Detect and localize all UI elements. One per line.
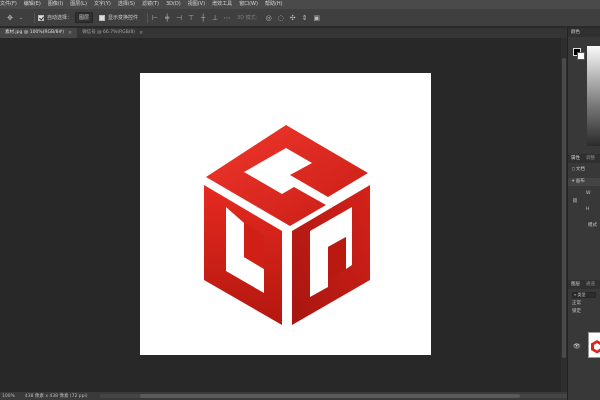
mode-row: 模式	[568, 222, 600, 230]
width-label: W	[586, 191, 591, 196]
align-right-icon[interactable]: ⊣	[175, 14, 183, 22]
layers-tab-label: 图层	[571, 282, 580, 287]
canvas-label: 画布	[575, 179, 585, 184]
auto-select-label: 自动选择：	[47, 15, 73, 21]
3d-roll-icon[interactable]: ◌	[277, 14, 285, 22]
lock-row: 锁定	[568, 308, 600, 316]
menu-plugins[interactable]: 增效工具	[212, 0, 232, 9]
menu-bar: 文件(F) 编辑(E) 图像(I) 图层(L) 文字(Y) 选择(S) 滤镜(T…	[0, 0, 600, 9]
layer-filter-row: ⌕ 类型	[568, 292, 600, 298]
document-icon: ▯	[572, 167, 575, 172]
document-label: 文档	[575, 167, 585, 172]
link-icon[interactable]: ⛓	[572, 199, 578, 204]
eye-icon[interactable]: 👁	[573, 343, 581, 350]
menu-image[interactable]: 图像(I)	[48, 0, 63, 9]
right-panels: 颜色 属性 调整 ▯ 文档 ▾ 画布 W ⛓ H 模式 图层 通道 ⌕ 类型 正…	[567, 28, 600, 400]
status-bar: 100% 438 像素 x 438 像素 (72 ppi)	[0, 392, 567, 400]
menu-file[interactable]: 文件(F)	[0, 0, 17, 9]
height-label: H	[586, 207, 590, 212]
scroll-thumb[interactable]	[140, 394, 520, 398]
width-row: W	[568, 190, 600, 198]
layers-panel-tab[interactable]: 图层 通道	[568, 280, 600, 289]
properties-panel: 属性 调整 ▯ 文档 ▾ 画布 W ⛓ H 模式	[568, 154, 600, 230]
color-picker-gradient[interactable]	[587, 46, 600, 146]
background-color-swatch[interactable]	[577, 52, 585, 60]
search-icon: ⌕	[574, 292, 577, 297]
properties-panel-tab[interactable]: 属性 调整	[568, 154, 600, 163]
link-icon-row: ⛓	[568, 198, 600, 206]
3d-mode-label: 3D 模式：	[237, 15, 261, 21]
close-icon[interactable]: ×	[68, 28, 72, 38]
align-left-icon[interactable]: ⊢	[151, 14, 159, 22]
scroll-thumb[interactable]	[562, 58, 566, 358]
auto-select-checkbox[interactable]	[38, 14, 44, 21]
lock-label: 锁定	[572, 309, 581, 314]
show-transform-checkbox[interactable]	[99, 14, 106, 21]
options-bar: ✥ ⌄ 自动选择： 图层 显示变换控件 ⊢ ╪ ⊣ ⊤ ┼ ⊥ ⋯ 3D 模式：…	[0, 9, 600, 27]
3d-slide-icon[interactable]: ⇕	[301, 14, 309, 22]
layers-panel: 图层 通道 ⌕ 类型 正常 锁定	[568, 280, 600, 316]
layer-thumbnail-logo	[591, 340, 600, 354]
auto-select-target-dropdown[interactable]: 图层	[75, 12, 94, 23]
menu-edit[interactable]: 编辑(E)	[24, 0, 41, 9]
menu-3d[interactable]: 3D(D)	[166, 0, 181, 9]
menu-type[interactable]: 文字(Y)	[94, 0, 111, 9]
align-top-icon[interactable]: ⊤	[187, 14, 195, 22]
horizontal-scrollbar[interactable]	[100, 394, 567, 398]
photoshop-window: 文件(F) 编辑(E) 图像(I) 图层(L) 文字(Y) 选择(S) 滤镜(T…	[0, 0, 600, 400]
blend-mode-dropdown[interactable]: 正常	[572, 301, 581, 306]
align-middle-icon[interactable]: ┼	[199, 14, 207, 22]
mode-label: 模式	[588, 223, 597, 228]
menu-select[interactable]: 选择(S)	[118, 0, 135, 9]
canvas-area[interactable]	[0, 38, 567, 392]
align-bottom-icon[interactable]: ⊥	[211, 14, 219, 22]
channels-tab-label[interactable]: 通道	[586, 280, 595, 289]
hexagon-cube-logo	[204, 125, 370, 325]
menu-view[interactable]: 视图(V)	[188, 0, 205, 9]
height-row: H	[568, 206, 600, 214]
blend-mode-row: 正常	[568, 300, 600, 308]
canvas-section[interactable]: ▾ 画布	[568, 178, 600, 186]
tab-label: 微信号 @ 66.7%(RGB/8)	[82, 30, 135, 35]
divider	[147, 12, 149, 23]
zoom-level[interactable]: 100%	[2, 394, 15, 399]
layer-kind-filter[interactable]: ⌕ 类型	[572, 292, 596, 298]
menu-layer[interactable]: 图层(L)	[70, 0, 87, 9]
divider	[34, 12, 35, 23]
tab-document-2[interactable]: 微信号 @ 66.7%(RGB/8) ×	[77, 28, 148, 38]
kind-label: 类型	[577, 292, 586, 297]
document-tabs: 素材.jpg @ 100%(RGB/8#) × 微信号 @ 66.7%(RGB/…	[0, 28, 567, 38]
show-transform-label: 显示变换控件	[108, 15, 139, 21]
chevron-down-icon[interactable]: ⌄	[17, 14, 25, 22]
distribute-icon[interactable]: ⋯	[223, 14, 231, 22]
document-canvas[interactable]	[140, 73, 431, 355]
3d-scale-icon[interactable]: ▣	[313, 14, 321, 22]
adjustments-tab-label[interactable]: 调整	[586, 154, 595, 163]
align-center-icon[interactable]: ╪	[163, 14, 171, 22]
3d-orbit-icon[interactable]: ◎	[265, 14, 273, 22]
tab-label: 素材.jpg @ 100%(RGB/8#)	[5, 30, 64, 35]
close-icon[interactable]: ×	[139, 28, 143, 38]
color-panel-tab[interactable]: 颜色	[568, 28, 600, 37]
document-info: 438 像素 x 438 像素 (72 ppi)	[24, 394, 88, 399]
properties-tab-label: 属性	[571, 156, 580, 161]
menu-filter[interactable]: 滤镜(T)	[142, 0, 159, 9]
tab-document-1[interactable]: 素材.jpg @ 100%(RGB/8#) ×	[0, 28, 78, 38]
color-tab-label: 颜色	[571, 30, 580, 35]
menu-help[interactable]: 帮助(H)	[265, 0, 283, 9]
layer-thumbnail[interactable]	[588, 332, 600, 358]
chevron-down-icon: ▾	[572, 179, 575, 184]
menu-window[interactable]: 窗口(W)	[239, 0, 258, 9]
move-icon[interactable]: ✥	[6, 14, 14, 22]
3d-pan-icon[interactable]: ✣	[289, 14, 297, 22]
document-row: ▯ 文档	[568, 166, 600, 174]
